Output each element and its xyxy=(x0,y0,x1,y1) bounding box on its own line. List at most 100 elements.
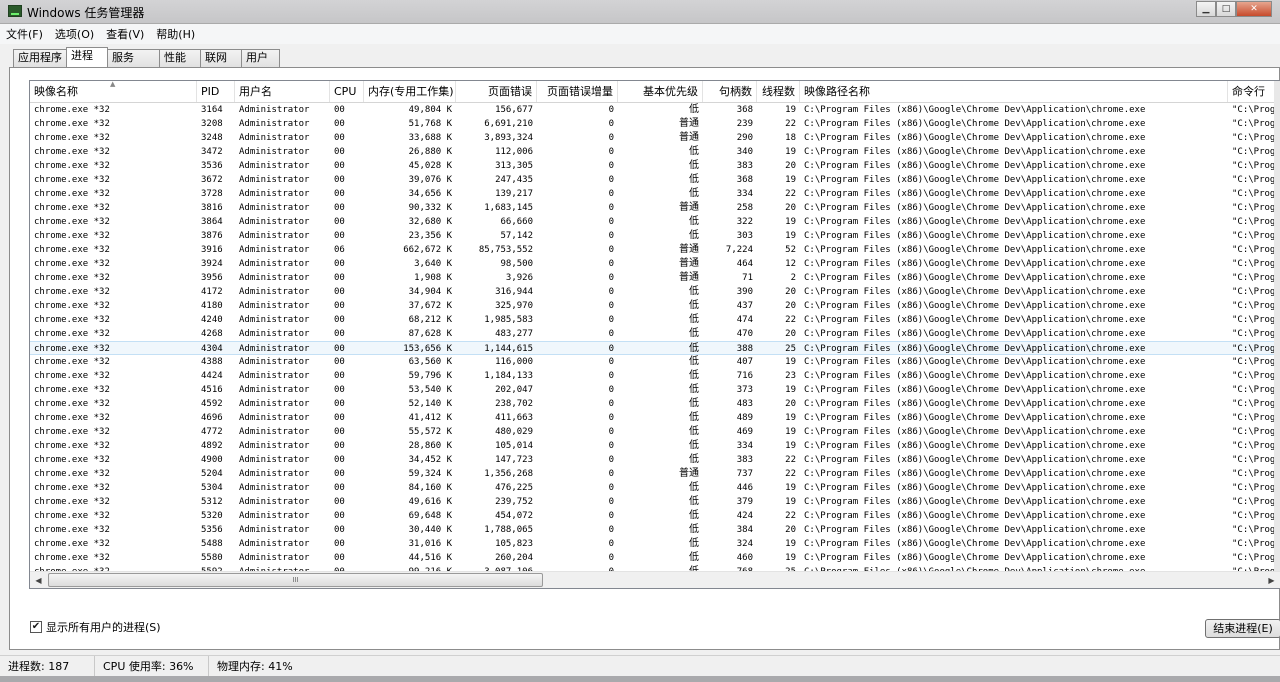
maximize-icon[interactable]: □ xyxy=(1216,1,1236,17)
scroll-thumb[interactable]: III xyxy=(48,573,543,587)
tab-applications[interactable]: 应用程序 xyxy=(13,49,67,67)
cell-page-fault-delta: 0 xyxy=(608,539,614,549)
cell-threads: 20 xyxy=(785,301,796,311)
column-user-name[interactable]: 用户名 xyxy=(235,81,330,102)
tab-processes[interactable]: 进程 xyxy=(66,47,108,67)
table-row[interactable]: chrome.exe *32 4268 Administrator 00 87,628 … xyxy=(30,327,1280,341)
table-row[interactable]: chrome.exe *32 3164 Administrator 00 49,804 … xyxy=(30,103,1280,117)
cell-threads: 22 xyxy=(785,119,796,129)
cell-command-line: "C:\Prog xyxy=(1232,399,1276,409)
table-row[interactable]: chrome.exe *32 4388 Administrator 00 63,560 … xyxy=(30,355,1280,369)
cell-command-line: "C:\Prog xyxy=(1232,287,1276,297)
column-memory[interactable]: 内存(专用工作集) xyxy=(364,81,456,102)
cell-command-line: "C:\Prog xyxy=(1232,385,1276,395)
cell-cpu: 06 xyxy=(334,245,345,255)
table-row[interactable]: chrome.exe *32 3208 Administrator 00 51,768 … xyxy=(30,117,1280,131)
table-row[interactable]: chrome.exe *32 3816 Administrator 00 90,332 … xyxy=(30,201,1280,215)
table-row[interactable]: chrome.exe *32 4240 Administrator 00 68,212 … xyxy=(30,313,1280,327)
column-page-fault-delta[interactable]: 页面错误增量 xyxy=(537,81,618,102)
table-row[interactable]: chrome.exe *32 3924 Administrator 00 3,640 K… xyxy=(30,257,1280,271)
cell-page-faults: 454,072 xyxy=(495,511,533,521)
cell-handles: 334 xyxy=(736,441,753,451)
cell-user-name: Administrator xyxy=(239,399,310,409)
cell-page-fault-delta: 0 xyxy=(608,189,614,199)
menu-view[interactable]: 查看(V) xyxy=(106,26,144,42)
scroll-left-icon[interactable]: ◀ xyxy=(30,572,47,588)
table-row[interactable]: chrome.exe *32 4900 Administrator 00 34,452 … xyxy=(30,453,1280,467)
column-base-priority[interactable]: 基本优先级 xyxy=(618,81,703,102)
menu-help[interactable]: 帮助(H) xyxy=(156,26,195,42)
cell-command-line: "C:\Prog xyxy=(1232,245,1276,255)
table-row[interactable]: chrome.exe *32 5312 Administrator 00 49,616 … xyxy=(30,495,1280,509)
table-row[interactable]: chrome.exe *32 4592 Administrator 00 52,140 … xyxy=(30,397,1280,411)
table-row[interactable]: chrome.exe *32 3916 Administrator 06 662,672… xyxy=(30,243,1280,257)
table-row[interactable]: chrome.exe *32 5580 Administrator 00 44,516 … xyxy=(30,551,1280,565)
menu-file[interactable]: 文件(F) xyxy=(6,26,43,42)
column-cpu[interactable]: CPU xyxy=(330,81,364,102)
table-row[interactable]: chrome.exe *32 3876 Administrator 00 23,356 … xyxy=(30,229,1280,243)
table-row[interactable]: chrome.exe *32 5488 Administrator 00 31,016 … xyxy=(30,537,1280,551)
column-handles[interactable]: 句柄数 xyxy=(703,81,757,102)
table-row[interactable]: chrome.exe *32 3864 Administrator 00 32,680 … xyxy=(30,215,1280,229)
cell-threads: 19 xyxy=(785,441,796,451)
table-row[interactable]: chrome.exe *32 4304 Administrator 00 153,656… xyxy=(30,341,1280,355)
minimize-icon[interactable]: ▁ xyxy=(1196,1,1216,17)
table-row[interactable]: chrome.exe *32 5204 Administrator 00 59,324 … xyxy=(30,467,1280,481)
table-row[interactable]: chrome.exe *32 4696 Administrator 00 41,412 … xyxy=(30,411,1280,425)
cell-cpu: 00 xyxy=(334,259,345,269)
tab-services[interactable]: 服务 xyxy=(107,49,160,67)
cell-pid: 4424 xyxy=(201,371,223,381)
cell-cpu: 00 xyxy=(334,399,345,409)
cell-user-name: Administrator xyxy=(239,259,310,269)
cell-base-priority: 普通 xyxy=(679,272,699,283)
table-row[interactable]: chrome.exe *32 5356 Administrator 00 30,440 … xyxy=(30,523,1280,537)
vertical-scrollbar[interactable] xyxy=(1274,81,1280,571)
close-icon[interactable]: ✕ xyxy=(1236,1,1272,17)
cell-image-path: C:\Program Files (x86)\Google\Chrome Dev… xyxy=(804,217,1146,227)
cell-memory: 39,076 K xyxy=(408,175,452,185)
table-row[interactable]: chrome.exe *32 3248 Administrator 00 33,688 … xyxy=(30,131,1280,145)
column-image-path[interactable]: 映像路径名称 xyxy=(800,81,1228,102)
column-threads[interactable]: 线程数 xyxy=(757,81,800,102)
table-row[interactable]: chrome.exe *32 4180 Administrator 00 37,672 … xyxy=(30,299,1280,313)
cell-command-line: "C:\Prog xyxy=(1232,301,1276,311)
cell-command-line: "C:\Prog xyxy=(1232,133,1276,143)
table-row[interactable]: chrome.exe *32 3672 Administrator 00 39,076 … xyxy=(30,173,1280,187)
horizontal-scrollbar[interactable]: ◀ III ▶ xyxy=(30,571,1280,588)
tab-performance[interactable]: 性能 xyxy=(159,49,201,67)
show-all-users-checkbox[interactable]: ✔ xyxy=(30,621,42,633)
table-row[interactable]: chrome.exe *32 4892 Administrator 00 28,860 … xyxy=(30,439,1280,453)
table-row[interactable]: chrome.exe *32 4516 Administrator 00 53,540 … xyxy=(30,383,1280,397)
tab-users[interactable]: 用户 xyxy=(241,49,280,67)
scroll-right-icon[interactable]: ▶ xyxy=(1263,572,1280,588)
cell-image-name: chrome.exe *32 xyxy=(34,217,110,227)
table-row[interactable]: chrome.exe *32 5320 Administrator 00 69,648 … xyxy=(30,509,1280,523)
window-controls: ▁ □ ✕ xyxy=(1196,1,1272,19)
cell-handles: 383 xyxy=(736,455,753,465)
cell-handles: 71 xyxy=(742,273,753,283)
cell-cpu: 00 xyxy=(334,539,345,549)
table-row[interactable]: chrome.exe *32 3728 Administrator 00 34,656 … xyxy=(30,187,1280,201)
table-row[interactable]: chrome.exe *32 4424 Administrator 00 59,796 … xyxy=(30,369,1280,383)
table-row[interactable]: chrome.exe *32 5304 Administrator 00 84,160 … xyxy=(30,481,1280,495)
column-pid[interactable]: PID xyxy=(197,81,235,102)
menu-options[interactable]: 选项(O) xyxy=(55,26,94,42)
table-row[interactable]: chrome.exe *32 4772 Administrator 00 55,572 … xyxy=(30,425,1280,439)
show-all-users-option[interactable]: ✔ 显示所有用户的进程(S) xyxy=(30,619,161,635)
cell-cpu: 00 xyxy=(334,344,345,354)
end-process-button[interactable]: 结束进程(E) xyxy=(1205,619,1280,638)
tab-networking[interactable]: 联网 xyxy=(200,49,242,67)
column-page-faults[interactable]: 页面错误 xyxy=(456,81,537,102)
table-row[interactable]: chrome.exe *32 3472 Administrator 00 26,880 … xyxy=(30,145,1280,159)
column-command-line[interactable]: 命令行 xyxy=(1228,81,1280,102)
cell-image-path: C:\Program Files (x86)\Google\Chrome Dev… xyxy=(804,175,1146,185)
cell-pid: 3672 xyxy=(201,175,223,185)
cell-command-line: "C:\Prog xyxy=(1232,175,1276,185)
cell-image-path: C:\Program Files (x86)\Google\Chrome Dev… xyxy=(804,344,1146,354)
cell-image-path: C:\Program Files (x86)\Google\Chrome Dev… xyxy=(804,133,1146,143)
cell-page-faults: 66,660 xyxy=(500,217,533,227)
table-row[interactable]: chrome.exe *32 3536 Administrator 00 45,028 … xyxy=(30,159,1280,173)
cell-base-priority: 普通 xyxy=(679,258,699,269)
table-row[interactable]: chrome.exe *32 3956 Administrator 00 1,908 K… xyxy=(30,271,1280,285)
table-row[interactable]: chrome.exe *32 4172 Administrator 00 34,904 … xyxy=(30,285,1280,299)
